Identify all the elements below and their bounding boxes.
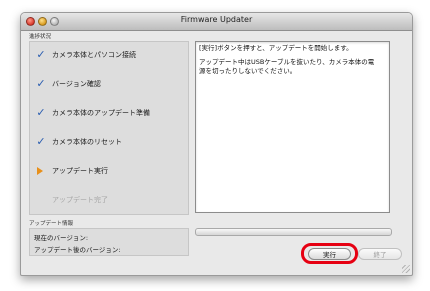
step-label: カメラ本体とパソコン接続 [52, 51, 136, 59]
step-label: バージョン確認 [52, 80, 101, 88]
message-line-1: [実行]ボタンを押すと、アップデートを開始します。 [199, 44, 353, 52]
play-arrow-icon [37, 167, 43, 175]
run-button-highlight [301, 243, 358, 264]
step-label: カメラ本体のリセット [52, 138, 122, 146]
step-update-prep: ✓ カメラ本体のアップデート準備 [30, 106, 188, 120]
finish-button[interactable]: 終了 [358, 248, 402, 260]
new-version-label: アップデート後のバージョン: [34, 246, 121, 254]
check-icon: ✓ [36, 135, 46, 148]
step-label: カメラ本体のアップデート準備 [52, 109, 150, 117]
message-line-2: アップデート中はUSBケーブルを抜いたり、カメラ本体の電源を切ったりしないでくだ… [199, 58, 375, 75]
update-progress-bar [195, 228, 392, 236]
step-label: アップデート実行 [52, 167, 108, 175]
check-icon: ✓ [36, 77, 46, 90]
step-version-check: ✓ バージョン確認 [30, 77, 188, 91]
resize-grip[interactable] [402, 265, 410, 273]
progress-steps-panel: ✓ カメラ本体とパソコン接続 ✓ バージョン確認 ✓ カメラ本体のアップデート準… [29, 41, 189, 215]
step-label: アップデート完了 [52, 196, 108, 204]
progress-section-label: 進捗状況 [29, 34, 52, 40]
update-info-panel: 現在のバージョン: アップデート後のバージョン: [29, 228, 189, 256]
current-version-label: 現在のバージョン: [34, 234, 89, 242]
update-info-label: アップデート情報 [29, 221, 74, 227]
message-panel: [実行]ボタンを押すと、アップデートを開始します。 アップデート中はUSBケーブ… [195, 41, 390, 213]
title-bar[interactable]: Firmware Updater [21, 13, 412, 31]
step-connect: ✓ カメラ本体とパソコン接続 [30, 48, 188, 62]
check-icon: ✓ [36, 106, 46, 119]
check-icon: ✓ [36, 48, 46, 61]
firmware-updater-window: Firmware Updater 進捗状況 ✓ カメラ本体とパソコン接続 ✓ バ… [20, 12, 413, 276]
step-reset: ✓ カメラ本体のリセット [30, 135, 188, 149]
step-update-complete: アップデート完了 [30, 193, 188, 207]
window-title: Firmware Updater [180, 15, 253, 24]
step-update-run: アップデート実行 [30, 164, 188, 178]
